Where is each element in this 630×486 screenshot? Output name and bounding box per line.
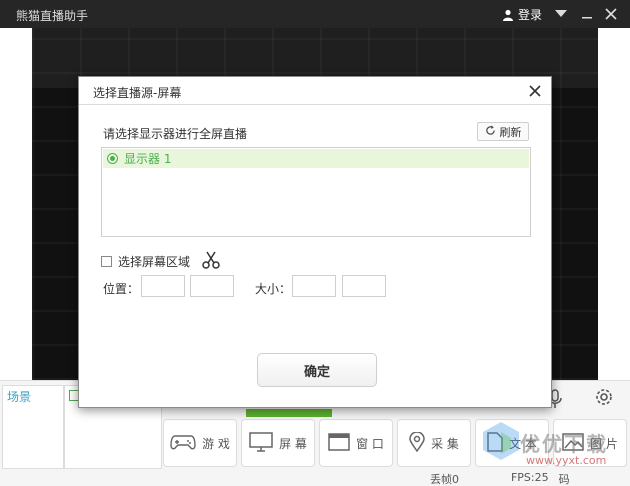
monitor-prompt: 请选择显示器进行全屏直播 xyxy=(103,127,248,141)
size-height-input[interactable] xyxy=(342,275,386,297)
login-button[interactable]: 登录 xyxy=(502,6,542,23)
dialog-close-icon[interactable] xyxy=(527,83,543,99)
add-screen-source-button[interactable]: 屏 幕 xyxy=(241,419,315,467)
dialog-title-bar: 选择直播源-屏幕 xyxy=(79,77,551,105)
app-title: 熊猫直播助手 xyxy=(16,9,89,23)
source-label: 游 戏 xyxy=(202,436,230,451)
menu-dropdown-icon[interactable] xyxy=(552,5,570,23)
refresh-button[interactable]: 刷新 xyxy=(477,122,529,141)
position-label: 位置： xyxy=(103,282,140,296)
position-x-input[interactable] xyxy=(141,275,185,297)
add-capture-source-button[interactable]: 采 集 xyxy=(397,419,471,467)
radio-selected-icon[interactable] xyxy=(107,153,118,164)
source-label: 窗 口 xyxy=(356,436,384,451)
monitor-label: 显示器 1 xyxy=(124,152,172,166)
bitrate: 码率:1748kb/s xyxy=(558,473,570,486)
add-window-source-button[interactable]: 窗 口 xyxy=(319,419,393,467)
minimize-icon[interactable] xyxy=(578,5,596,23)
add-game-source-button[interactable]: 游 戏 xyxy=(163,419,237,467)
watermark-url: www.yyxt.com xyxy=(526,454,607,467)
watermark-logo xyxy=(480,420,522,462)
ok-button[interactable]: 确定 xyxy=(257,353,377,387)
region-checkbox[interactable] xyxy=(101,256,112,267)
source-label: 采 集 xyxy=(431,436,459,451)
dialog-title: 选择直播源-屏幕 xyxy=(93,86,182,100)
select-source-dialog: 选择直播源-屏幕 请选择显示器进行全屏直播 刷新 显示器 1 选择屏幕区域 位置… xyxy=(78,76,552,408)
position-y-input[interactable] xyxy=(190,275,234,297)
fps: FPS:25 xyxy=(510,471,549,484)
region-row: 选择屏幕区域 xyxy=(101,251,220,272)
refresh-icon xyxy=(485,124,496,139)
scene-list[interactable]: 场景 xyxy=(2,385,64,469)
size-width-input[interactable] xyxy=(292,275,336,297)
monitor-icon xyxy=(249,431,273,455)
refresh-label: 刷新 xyxy=(499,125,522,139)
active-tab-indicator xyxy=(246,409,332,417)
scissors-icon[interactable] xyxy=(202,251,220,272)
ok-label: 确定 xyxy=(303,364,330,380)
monitor-list: 显示器 1 xyxy=(101,147,531,237)
region-checkbox-label[interactable]: 选择屏幕区域 xyxy=(118,253,190,270)
status-bar: 丢帧0 (0.00%) FPS:25 码率:1748kb/s xyxy=(430,471,630,486)
scene-label: 场景 xyxy=(7,390,32,404)
dropped-frames: 丢帧0 (0.00%) xyxy=(430,473,459,486)
gamepad-icon xyxy=(170,433,196,454)
user-icon xyxy=(502,9,514,21)
source-label: 屏 幕 xyxy=(279,436,307,451)
window-icon xyxy=(328,432,350,454)
close-icon[interactable] xyxy=(602,5,620,23)
title-bar: 熊猫直播助手 登录 xyxy=(0,0,630,28)
gear-icon[interactable] xyxy=(594,387,614,410)
size-label: 大小： xyxy=(255,282,292,296)
location-pin-icon xyxy=(409,430,425,455)
monitor-item[interactable]: 显示器 1 xyxy=(103,149,529,168)
watermark-text: 优优下载 xyxy=(520,432,608,456)
login-label: 登录 xyxy=(518,8,543,22)
